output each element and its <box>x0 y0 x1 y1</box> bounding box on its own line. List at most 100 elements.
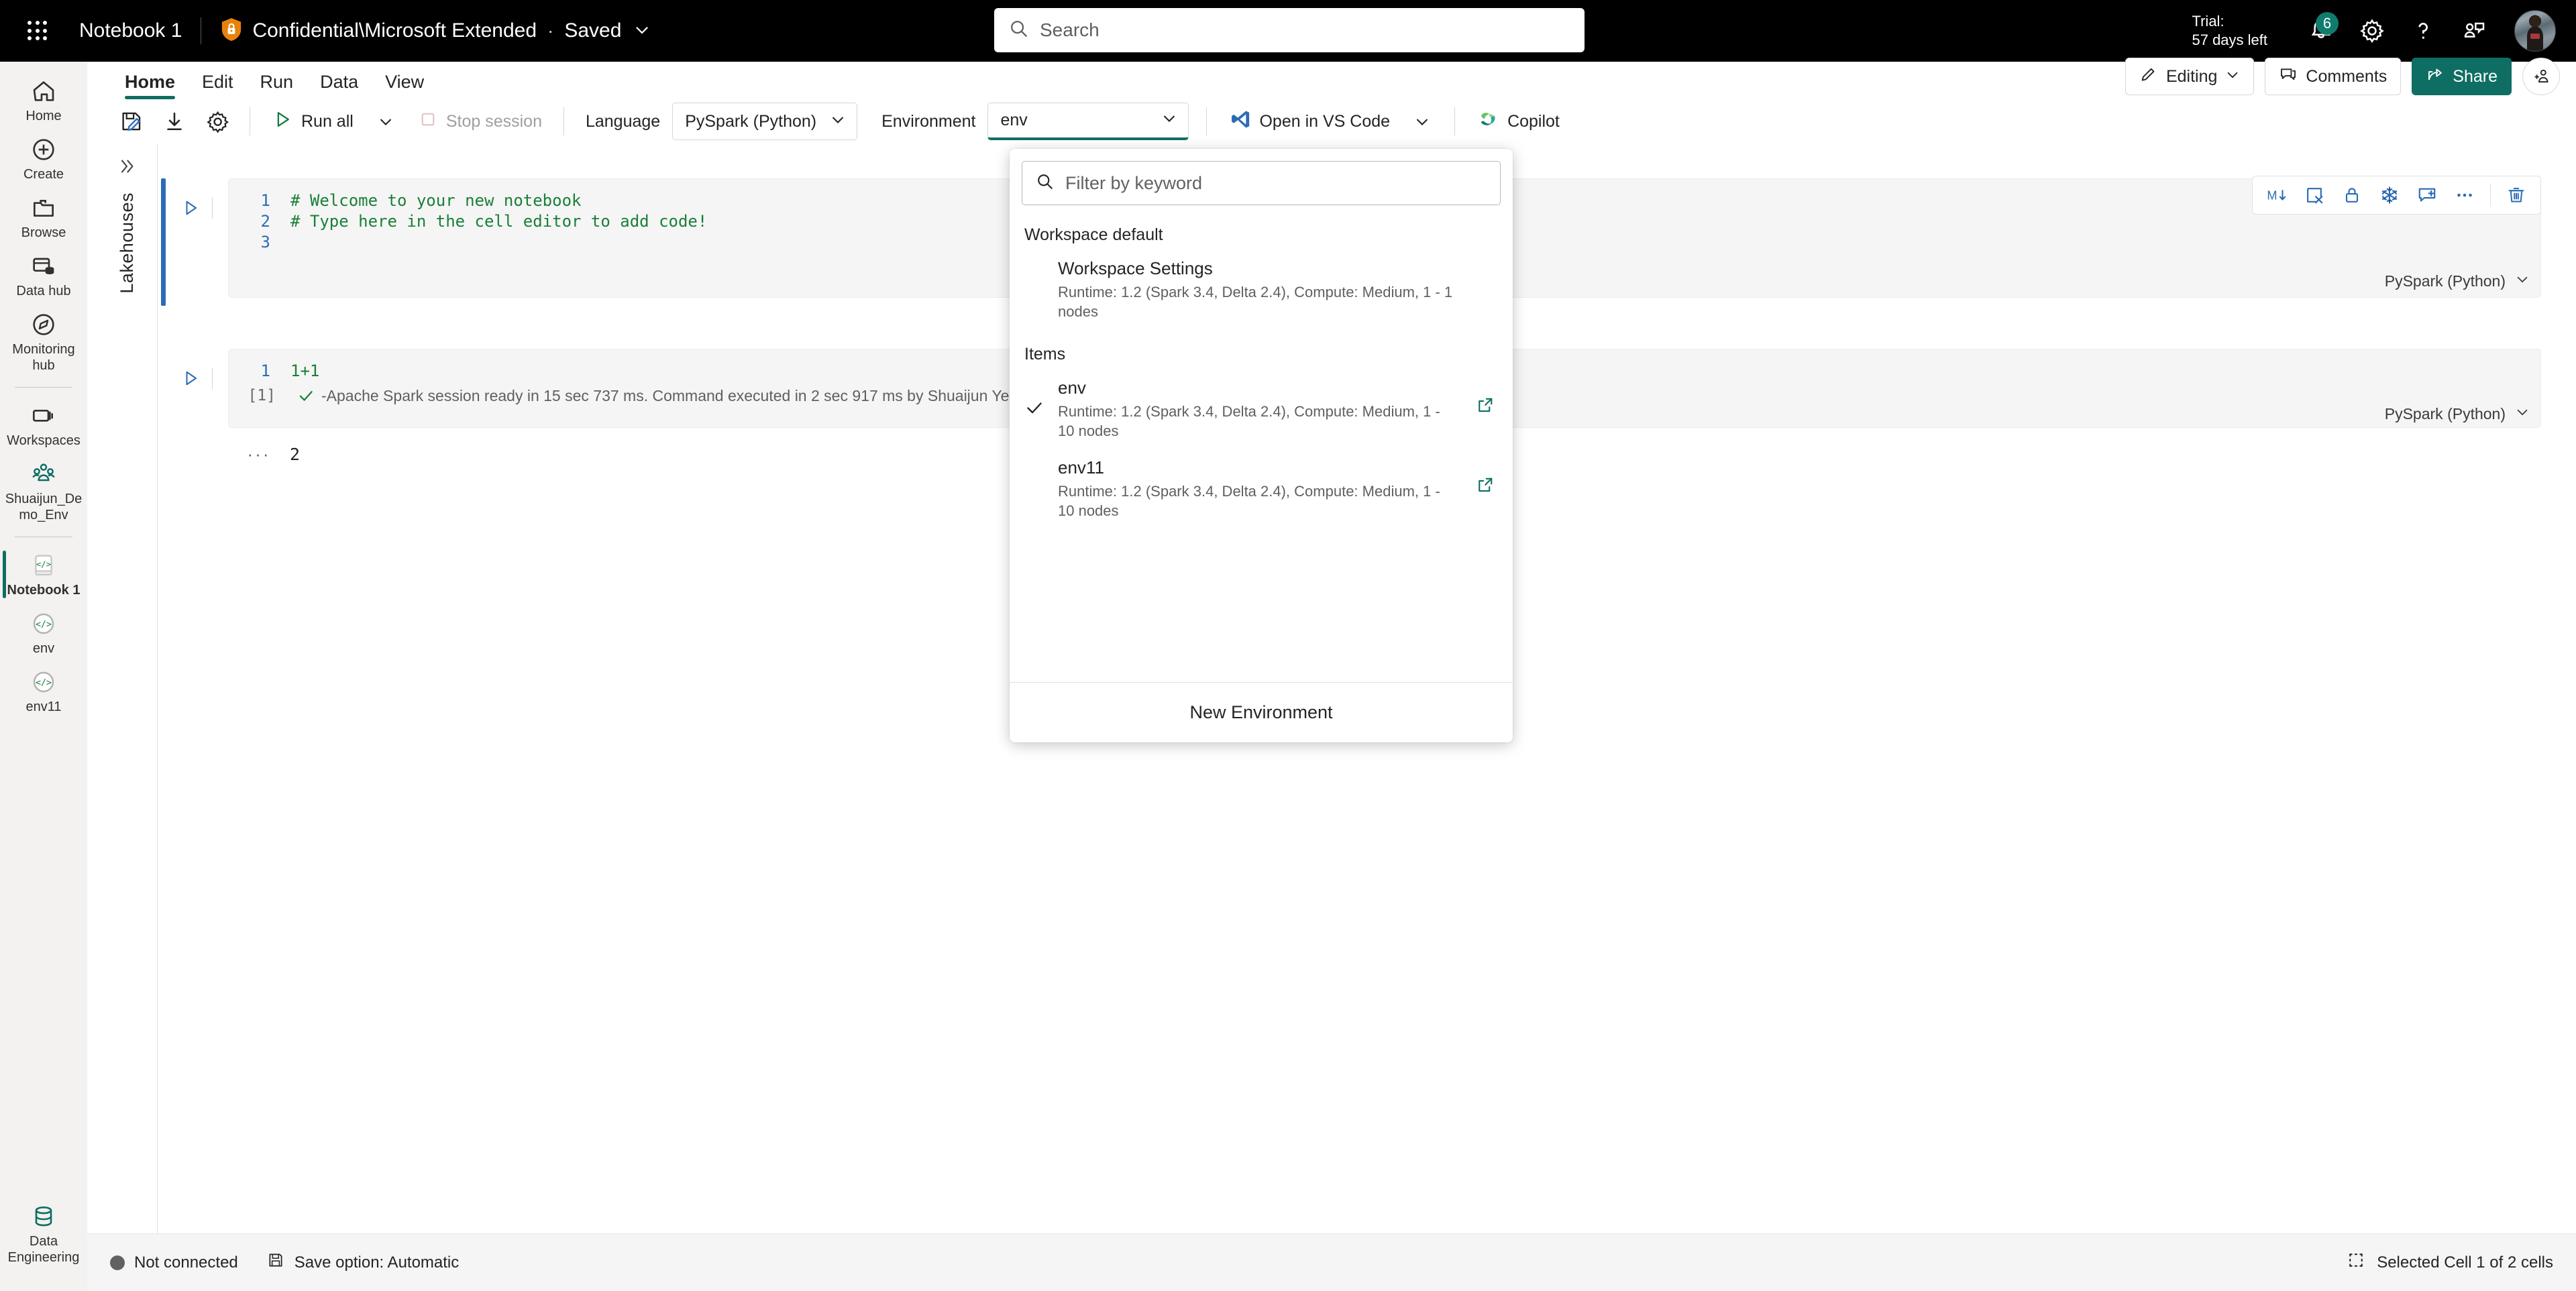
copilot-button[interactable]: Copilot <box>1467 103 1569 140</box>
play-icon <box>272 109 293 135</box>
environment-icon: </> <box>33 671 54 693</box>
notebook-left-border <box>157 144 158 1233</box>
header-dot-separator: · <box>547 20 554 41</box>
cell-selection-status[interactable]: Selected Cell 1 of 2 cells <box>2346 1250 2553 1275</box>
svg-text:</>: </> <box>36 678 52 688</box>
sidebar-item-notebook-1[interactable]: </> Notebook 1 <box>0 545 87 604</box>
lakehouses-label[interactable]: Lakehouses <box>117 192 138 294</box>
new-environment-label: New Environment <box>1189 702 1333 722</box>
feedback-icon[interactable] <box>2449 5 2500 56</box>
tab-data[interactable]: Data <box>307 72 372 99</box>
sidebar-item-env11[interactable]: </> env11 <box>0 662 87 720</box>
cell-toolbar-divider <box>2490 184 2491 207</box>
save-state-chevron-down-icon[interactable] <box>633 21 651 42</box>
sidebar-item-create[interactable]: Create <box>0 129 87 188</box>
sidebar-item-shuaijun-demo-env-label: Shuaijun_Demo_Env <box>5 492 83 522</box>
cell-selected-indicator <box>161 178 166 306</box>
environment-env-description: Runtime: 1.2 (Spark 3.4, Delta 2.4), Com… <box>1058 402 1440 440</box>
environment-filter-input[interactable]: Filter by keyword <box>1022 161 1501 205</box>
run-cell-button[interactable] <box>176 363 205 393</box>
share-label: Share <box>2453 66 2498 86</box>
open-external-icon[interactable] <box>1475 378 1502 415</box>
language-select[interactable]: PySpark (Python) <box>672 103 858 140</box>
connection-status[interactable]: Not connected <box>110 1253 238 1272</box>
share-button[interactable]: Share <box>2412 58 2512 95</box>
save-option-label: Save option: Automatic <box>294 1253 460 1272</box>
notebook-title[interactable]: Notebook 1 <box>79 19 182 42</box>
sidebar-item-monitoring-hub-label: Monitoring hub <box>12 342 75 373</box>
download-icon[interactable] <box>154 103 195 140</box>
sidebar-item-data-engineering[interactable]: Data Engineering <box>0 1196 87 1271</box>
sidebar-item-data-engineering-label: Data Engineering <box>7 1234 80 1265</box>
run-all-chevron-down-icon[interactable] <box>366 103 406 140</box>
notification-bell-icon[interactable]: 6 <box>2296 5 2347 56</box>
gear-icon[interactable] <box>2347 5 2398 56</box>
run-all-button[interactable]: Run all <box>262 103 363 140</box>
tab-view[interactable]: View <box>372 72 437 99</box>
add-comment-icon[interactable] <box>2410 178 2445 212</box>
cell-1-language-badge[interactable]: PySpark (Python) <box>2385 272 2530 290</box>
search-input[interactable]: Search <box>994 8 1585 52</box>
comments-button[interactable]: Comments <box>2265 58 2402 95</box>
sidebar-item-home-label: Home <box>25 109 62 123</box>
sidebar-item-data-hub-label: Data hub <box>16 284 71 298</box>
environment-select[interactable]: env <box>987 103 1189 140</box>
sidebar-item-env[interactable]: </> env <box>0 604 87 662</box>
sidebar-item-shuaijun-demo-env[interactable]: Shuaijun_Demo_Env <box>0 454 87 528</box>
freeze-icon[interactable] <box>2372 178 2407 212</box>
share-icon <box>2426 65 2445 89</box>
chevron-double-right-icon[interactable] <box>117 157 136 179</box>
workspace-settings-check-slot <box>1024 258 1044 278</box>
sidebar-item-browse[interactable]: Browse <box>0 188 87 246</box>
sidebar-item-workspaces[interactable]: Workspaces <box>0 396 87 454</box>
question-mark-icon[interactable] <box>2398 5 2449 56</box>
environment-option-env11[interactable]: env11 Runtime: 1.2 (Spark 3.4, Delta 2.4… <box>1010 449 1513 529</box>
add-person-icon[interactable] <box>2522 58 2560 95</box>
notebook-command-bar: Run all Stop session Language PySpark (P… <box>87 99 2576 144</box>
shield-lock-icon <box>220 17 243 46</box>
sidebar-item-monitoring-hub[interactable]: Monitoring hub <box>0 304 87 379</box>
more-options-icon[interactable] <box>2447 178 2482 212</box>
environment-option-env[interactable]: env Runtime: 1.2 (Spark 3.4, Delta 2.4),… <box>1010 370 1513 449</box>
delete-icon[interactable] <box>2499 178 2534 212</box>
user-avatar[interactable] <box>2514 10 2556 52</box>
cell-selection-label: Selected Cell 1 of 2 cells <box>2377 1253 2553 1272</box>
editing-mode-button[interactable]: Editing <box>2125 58 2255 95</box>
new-environment-button[interactable]: New Environment <box>1010 682 1513 742</box>
tab-home[interactable]: Home <box>111 72 189 99</box>
run-cell-button[interactable] <box>176 193 205 223</box>
lock-icon[interactable] <box>2334 178 2369 212</box>
notebook-settings-icon[interactable] <box>197 103 237 140</box>
vs-code-chevron-down-icon[interactable] <box>1402 103 1442 140</box>
save-edit-icon[interactable] <box>111 103 152 140</box>
output-more-options-icon[interactable]: ··· <box>228 444 290 465</box>
markdown-icon[interactable]: M <box>2259 178 2294 212</box>
environment-icon: </> <box>33 613 54 634</box>
group-header-items: Items <box>1024 344 1066 363</box>
environment-option-workspace-settings[interactable]: Workspace Settings Runtime: 1.2 (Spark 3… <box>1010 250 1513 330</box>
tab-edit[interactable]: Edit <box>189 72 247 99</box>
environment-label: Environment <box>881 111 976 131</box>
sidebar-item-data-hub[interactable]: Data hub <box>0 246 87 304</box>
sidebar-item-create-label: Create <box>23 167 64 182</box>
search-icon <box>1036 172 1055 194</box>
workspace-settings-name: Workspace Settings <box>1058 258 1213 278</box>
notification-badge: 6 <box>2316 12 2339 35</box>
save-option-status[interactable]: Save option: Automatic <box>266 1251 459 1274</box>
trial-status[interactable]: Trial: 57 days left <box>2192 12 2267 50</box>
group-header-workspace-default: Workspace default <box>1024 225 1163 244</box>
sidebar-item-home[interactable]: Home <box>0 71 87 129</box>
environment-env11-text: env11 Runtime: 1.2 (Spark 3.4, Delta 2.4… <box>1054 457 1466 521</box>
cell-2-language-badge[interactable]: PySpark (Python) <box>2385 404 2530 423</box>
left-navigation-rail: Home Create Browse Data hub Monitoring h… <box>0 62 87 1291</box>
clear-output-icon[interactable] <box>2297 178 2332 212</box>
chevron-down-icon <box>2515 404 2530 423</box>
open-external-icon[interactable] <box>1475 457 1502 495</box>
open-in-vs-code-button[interactable]: Open in VS Code <box>1219 103 1399 140</box>
tab-run[interactable]: Run <box>247 72 307 99</box>
sensitivity-label[interactable]: Confidential\Microsoft Extended <box>220 17 537 46</box>
app-launcher-icon[interactable] <box>19 12 56 50</box>
stop-session-button[interactable]: Stop session <box>409 103 551 140</box>
save-state-text[interactable]: Saved <box>564 19 621 42</box>
comments-label: Comments <box>2306 66 2387 86</box>
